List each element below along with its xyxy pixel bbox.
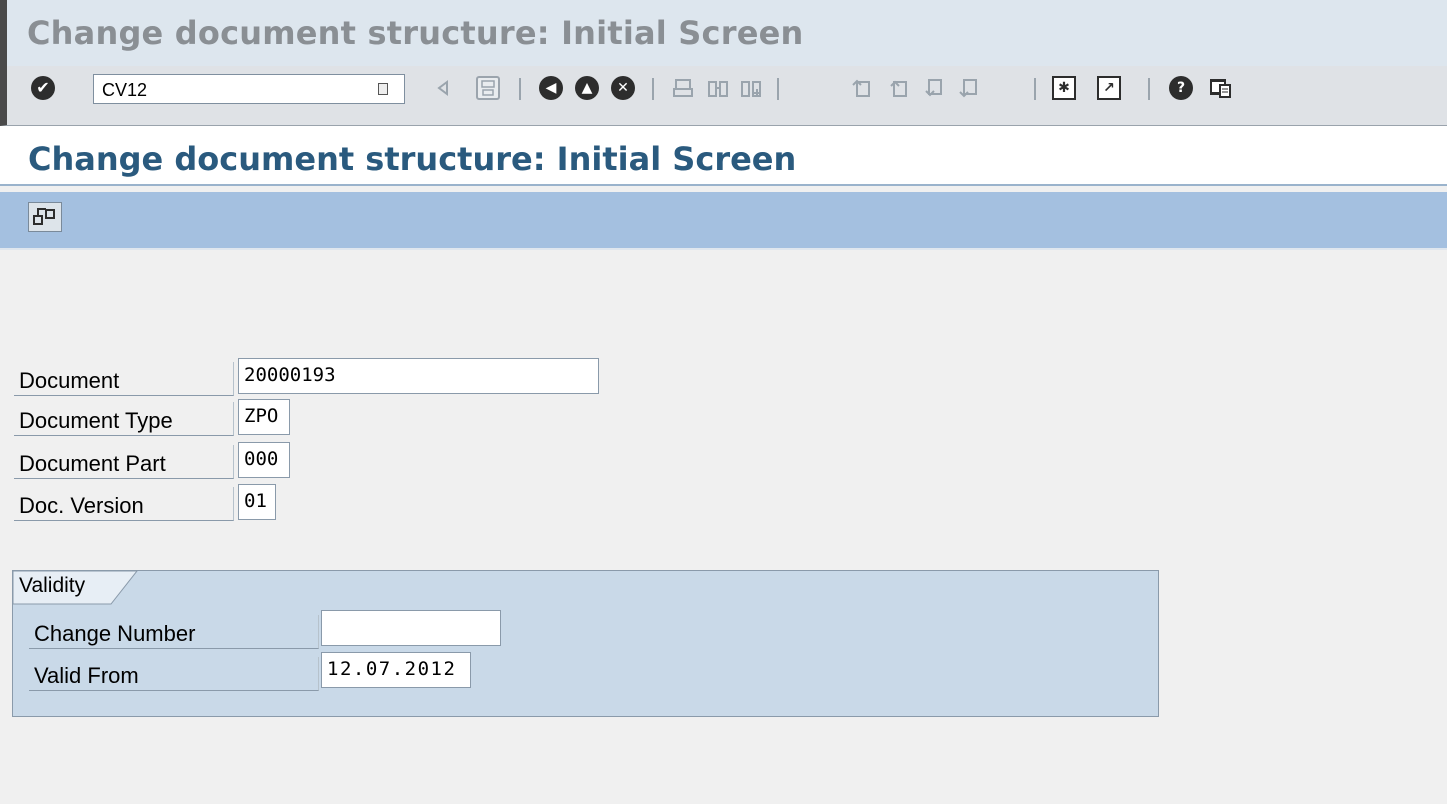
toolbar-separator [1034,78,1036,100]
standard-toolbar: ✔ CV12 ◀ ▲ ✕ ✱ ↗ ? [0,66,1447,126]
document-label: Document [14,362,234,396]
change-number-label: Change Number [29,615,319,649]
command-field[interactable]: CV12 [93,74,405,104]
change-number-field[interactable] [321,610,501,646]
back-icon[interactable]: ◀ [539,76,563,100]
dropdown-icon[interactable] [378,83,388,95]
shortcut-icon[interactable]: ↗ [1097,76,1121,100]
application-toolbar [0,192,1447,250]
valid-from-field[interactable]: 12.07.2012 [321,652,471,688]
document-type-label: Document Type [14,402,234,436]
layout-menu-icon[interactable] [1208,76,1232,100]
toolbar-separator [652,78,654,100]
toolbar-separator [1148,78,1150,100]
first-page-icon[interactable] [850,76,874,100]
previous-page-icon[interactable] [887,76,911,100]
doc-version-field[interactable]: 01 [238,484,276,520]
document-part-label: Document Part [14,445,234,479]
find-next-icon[interactable] [739,76,763,100]
validity-group: Validity Change Number Valid From 12.07.… [12,570,1159,717]
back-arrow-icon[interactable] [432,76,456,100]
doc-version-label: Doc. Version [14,487,234,521]
document-part-field[interactable]: 000 [238,442,290,478]
next-page-icon[interactable] [922,76,946,100]
valid-from-label: Valid From [29,657,319,691]
find-icon[interactable] [706,76,730,100]
cancel-icon[interactable]: ✕ [611,76,635,100]
document-field[interactable]: 20000193 [238,358,599,394]
save-icon[interactable] [476,76,500,100]
command-value[interactable]: CV12 [102,80,147,101]
page-title: Change document structure: Initial Scree… [28,140,797,178]
document-structure-icon[interactable] [28,202,62,232]
enter-icon[interactable]: ✔ [31,76,55,100]
help-icon[interactable]: ? [1169,76,1193,100]
window-title-bar: Change document structure: Initial Scree… [0,0,1447,66]
toolbar-separator [777,78,779,100]
page-title-bar: Change document structure: Initial Scree… [0,126,1447,186]
print-icon[interactable] [671,76,695,100]
validity-tab-label: Validity [19,574,86,597]
exit-icon[interactable]: ▲ [575,76,599,100]
create-session-icon[interactable]: ✱ [1052,76,1076,100]
last-page-icon[interactable] [957,76,981,100]
window-title: Change document structure: Initial Scree… [27,14,804,52]
document-type-field[interactable]: ZPO [238,399,290,435]
toolbar-separator [519,78,521,100]
